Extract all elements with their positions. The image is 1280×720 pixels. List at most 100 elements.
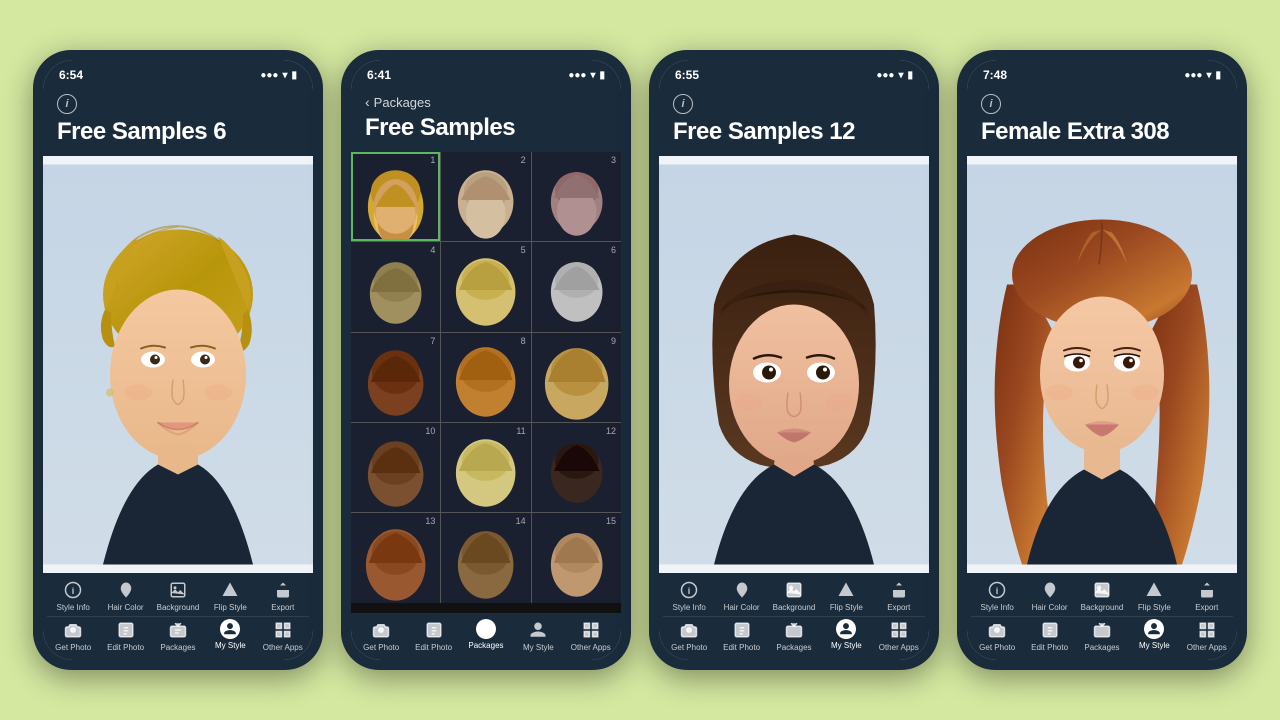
app-title-3: Free Samples 12 <box>673 118 915 146</box>
edit-photo-btn-3[interactable]: Edit Photo <box>720 619 764 652</box>
packages-btn-3[interactable]: Packages <box>772 619 816 652</box>
edit-photo-btn-2[interactable]: Edit Photo <box>412 619 456 652</box>
edit-photo-btn-1[interactable]: Edit Photo <box>104 619 148 652</box>
toolbar-top-row-1: i Style Info Hair Color B <box>47 579 309 612</box>
grid-item-5[interactable]: 5 <box>441 242 530 331</box>
packages-btn-2[interactable]: Packages <box>464 619 508 652</box>
time-4: 7:48 <box>983 68 1007 82</box>
app-content-1 <box>43 156 313 573</box>
app-header-1: i Free Samples 6 <box>43 86 313 156</box>
info-icon-4[interactable]: i <box>981 94 1001 114</box>
app-title-2: Free Samples <box>365 114 607 142</box>
status-icons-1: ●●● ▾ ▮ <box>260 70 297 81</box>
other-apps-btn-4[interactable]: Other Apps <box>1185 619 1229 652</box>
grid-item-11[interactable]: 11 <box>441 423 530 512</box>
status-icons-4: ●●● ▾ ▮ <box>1184 70 1221 81</box>
grid-item-9[interactable]: 9 <box>532 333 621 422</box>
back-label-2: Packages <box>374 95 431 110</box>
hair-grid: 1 2 <box>351 152 621 603</box>
phone-3: 6:55 ●●● ▾ ▮ i Free Samples 12 <box>649 50 939 670</box>
grid-item-6[interactable]: 6 <box>532 242 621 331</box>
phone-4: 7:48 ●●● ▾ ▮ i Female Extra 308 <box>957 50 1247 670</box>
app-content-2: 1 2 <box>351 152 621 613</box>
export-btn-3[interactable]: Export <box>877 579 921 612</box>
my-style-btn-4[interactable]: My Style <box>1132 619 1176 652</box>
background-btn-3[interactable]: Background <box>772 579 816 612</box>
toolbar-top-row-4: i Style Info Hair Color B <box>971 579 1233 612</box>
time-3: 6:55 <box>675 68 699 82</box>
grid-item-2[interactable]: 2 <box>441 152 530 241</box>
svg-text:i: i <box>72 586 75 596</box>
other-apps-btn-2[interactable]: Other Apps <box>569 619 613 652</box>
time-2: 6:41 <box>367 68 391 82</box>
battery-icon: ▮ <box>291 70 297 81</box>
grid-item-13[interactable]: 13 <box>351 513 440 602</box>
toolbar-bottom-row-2: Get Photo Edit Photo Packages <box>355 619 617 652</box>
wifi-icon: ▾ <box>282 70 287 81</box>
my-style-btn-2[interactable]: My Style <box>516 619 560 652</box>
toolbar-bottom-row-3: Get Photo Edit Photo Packages <box>663 619 925 652</box>
grid-item-15[interactable]: 15 <box>532 513 621 602</box>
background-btn-1[interactable]: Background <box>156 579 200 612</box>
signal-icon: ●●● <box>260 70 278 81</box>
status-bar-3: 6:55 ●●● ▾ ▮ <box>659 60 929 86</box>
grid-item-10[interactable]: 10 <box>351 423 440 512</box>
get-photo-btn-4[interactable]: Get Photo <box>975 619 1019 652</box>
app-content-4 <box>967 156 1237 573</box>
grid-item-14[interactable]: 14 <box>441 513 530 602</box>
grid-item-12[interactable]: 12 <box>532 423 621 512</box>
app-header-3: i Free Samples 12 <box>659 86 929 156</box>
hair-color-btn-3[interactable]: Hair Color <box>720 579 764 612</box>
hair-color-btn-1[interactable]: Hair Color <box>104 579 148 612</box>
back-nav-2[interactable]: ‹ Packages <box>365 94 607 110</box>
other-apps-btn-1[interactable]: Other Apps <box>261 619 305 652</box>
style-info-btn-4[interactable]: i Style Info <box>975 579 1019 612</box>
export-btn-1[interactable]: Export <box>261 579 305 612</box>
style-info-btn-3[interactable]: i Style Info <box>667 579 711 612</box>
toolbar-top-row-3: i Style Info Hair Color B <box>663 579 925 612</box>
packages-btn-4[interactable]: Packages <box>1080 619 1124 652</box>
flip-style-btn-1[interactable]: Flip Style <box>208 579 252 612</box>
export-btn-4[interactable]: Export <box>1185 579 1229 612</box>
app-header-4: i Female Extra 308 <box>967 86 1237 156</box>
phone-1: 6:54 ●●● ▾ ▮ i Free Samples 6 <box>33 50 323 670</box>
status-bar-2: 6:41 ●●● ▾ ▮ <box>351 60 621 86</box>
grid-item-8[interactable]: 8 <box>441 333 530 422</box>
other-apps-btn-3[interactable]: Other Apps <box>877 619 921 652</box>
get-photo-btn-3[interactable]: Get Photo <box>667 619 711 652</box>
flip-style-btn-3[interactable]: Flip Style <box>824 579 868 612</box>
grid-item-4[interactable]: 4 <box>351 242 440 331</box>
grid-item-1[interactable]: 1 <box>351 152 440 241</box>
style-info-btn-1[interactable]: i Style Info <box>51 579 95 612</box>
info-icon-1[interactable]: i <box>57 94 77 114</box>
my-style-btn-1[interactable]: My Style <box>208 619 252 652</box>
grid-item-3[interactable]: 3 <box>532 152 621 241</box>
svg-text:i: i <box>688 586 691 596</box>
info-icon-3[interactable]: i <box>673 94 693 114</box>
my-style-btn-3[interactable]: My Style <box>824 619 868 652</box>
toolbar-2: Get Photo Edit Photo Packages <box>351 613 621 660</box>
get-photo-btn-1[interactable]: Get Photo <box>51 619 95 652</box>
svg-text:i: i <box>996 586 999 596</box>
status-bar-4: 7:48 ●●● ▾ ▮ <box>967 60 1237 86</box>
app-content-3 <box>659 156 929 573</box>
app-title-4: Female Extra 308 <box>981 118 1223 146</box>
flip-style-btn-4[interactable]: Flip Style <box>1132 579 1176 612</box>
app-title-1: Free Samples 6 <box>57 118 299 146</box>
get-photo-btn-2[interactable]: Get Photo <box>359 619 403 652</box>
app-header-2: ‹ Packages Free Samples <box>351 86 621 152</box>
status-bar-1: 6:54 ●●● ▾ ▮ <box>43 60 313 86</box>
status-icons-3: ●●● ▾ ▮ <box>876 70 913 81</box>
toolbar-1: i Style Info Hair Color B <box>43 573 313 660</box>
status-icons-2: ●●● ▾ ▮ <box>568 70 605 81</box>
hair-color-btn-4[interactable]: Hair Color <box>1028 579 1072 612</box>
toolbar-bottom-row-4: Get Photo Edit Photo Packages <box>971 619 1233 652</box>
back-chevron-icon: ‹ <box>365 94 370 110</box>
packages-btn-1[interactable]: Packages <box>156 619 200 652</box>
toolbar-bottom-row-1: Get Photo Edit Photo Packages <box>47 619 309 652</box>
phones-container: 6:54 ●●● ▾ ▮ i Free Samples 6 <box>13 30 1267 690</box>
edit-photo-btn-4[interactable]: Edit Photo <box>1028 619 1072 652</box>
background-btn-4[interactable]: Background <box>1080 579 1124 612</box>
toolbar-4: i Style Info Hair Color B <box>967 573 1237 660</box>
grid-item-7[interactable]: 7 <box>351 333 440 422</box>
